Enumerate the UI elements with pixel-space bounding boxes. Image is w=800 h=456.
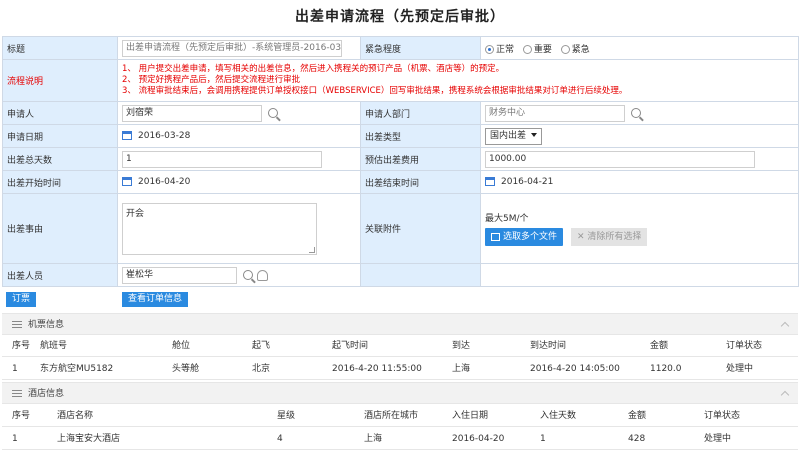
flight-table-header: 序号 航班号 舱位 起飞 起飞时间 到达 到达时间 金额 订单状态 [2, 335, 798, 357]
folder-icon [491, 232, 500, 241]
select-files-button[interactable]: 选取多个文件 [485, 228, 564, 246]
calendar-icon[interactable] [485, 177, 495, 186]
reason-label: 出差事由 [2, 193, 118, 264]
applicant-label: 申请人 [2, 101, 118, 125]
radio-icon [485, 44, 494, 54]
trip-type-select[interactable]: 国内出差 [485, 127, 543, 145]
search-icon[interactable] [631, 108, 641, 118]
start-label: 出差开始时间 [2, 170, 118, 194]
radio-icon [522, 44, 532, 54]
days-label: 出差总天数 [2, 147, 118, 171]
application-form: 标题 出差申请流程（先预定后审批）-系统管理员-2016-03- 紧急程度 正常… [2, 36, 799, 287]
calendar-icon[interactable] [122, 177, 132, 186]
table-row[interactable]: 1 上海宝安大酒店 4 上海 2016-04-20 1 428 处理中 [2, 428, 798, 450]
user-picker-icon[interactable] [257, 269, 268, 281]
urgency-option-urgent[interactable]: 紧急 [560, 44, 590, 55]
close-icon: ✕ [577, 232, 588, 242]
search-icon[interactable] [268, 108, 278, 118]
cost-field[interactable]: 1000.00 [485, 150, 755, 168]
empty-cell [480, 263, 799, 287]
book-ticket-button[interactable]: 订票 [6, 292, 37, 307]
end-label: 出差结束时间 [360, 170, 481, 194]
clear-files-button[interactable]: ✕ 清除所有选择 [571, 228, 648, 246]
flight-section-header[interactable]: 机票信息 [2, 313, 798, 335]
traveler-field[interactable]: 崔松华 [122, 266, 237, 284]
cost-label: 预估出差费用 [360, 147, 481, 171]
end-date-field[interactable]: 2016-04-21 [501, 177, 553, 187]
menu-icon [12, 321, 22, 328]
hotel-section-header[interactable]: 酒店信息 [2, 382, 798, 404]
calendar-icon[interactable] [122, 131, 132, 140]
dept-field[interactable]: 财务中心 [485, 104, 625, 122]
urgency-option-important[interactable]: 重要 [522, 44, 552, 55]
menu-icon [12, 390, 22, 397]
flow-description: 1、 用户提交出差申请，填写相关的出差信息，然后进入携程关的预订产品（机票、酒店… [117, 59, 799, 102]
attach-limit: 最大5M/个 [485, 214, 529, 224]
urgency-label: 紧急程度 [360, 36, 481, 60]
resize-handle-icon[interactable] [309, 246, 315, 253]
chevron-down-icon [531, 133, 538, 137]
start-date-field[interactable]: 2016-04-20 [138, 177, 190, 187]
title-label: 标题 [2, 36, 118, 60]
apply-date-field[interactable]: 2016-03-28 [138, 131, 190, 141]
trip-type-label: 出差类型 [360, 124, 481, 148]
urgency-radio-group: 正常 重要 紧急 [480, 36, 799, 60]
page-title: 出差申请流程（先预定后审批） [295, 9, 505, 25]
title-field[interactable]: 出差申请流程（先预定后审批）-系统管理员-2016-03- [122, 39, 342, 57]
apply-date-label: 申请日期 [2, 124, 118, 148]
flow-label: 流程说明 [2, 59, 118, 102]
radio-icon [560, 44, 570, 54]
urgency-option-normal[interactable]: 正常 [485, 44, 514, 55]
days-field[interactable]: 1 [122, 150, 322, 168]
table-row[interactable]: 1 东方航空MU5182 头等舱 北京 2016-4-20 11:55:00 上… [2, 358, 798, 380]
hotel-table-header: 序号 酒店名称 星级 酒店所在城市 入住日期 入住天数 金额 订单状态 [2, 405, 798, 427]
search-icon[interactable] [243, 270, 253, 280]
empty-label [360, 263, 481, 287]
attach-label: 关联附件 [360, 193, 481, 264]
dept-label: 申请人部门 [360, 101, 481, 125]
chevron-up-icon[interactable] [780, 390, 790, 400]
reason-textarea[interactable]: 开会 [122, 202, 317, 255]
view-order-button[interactable]: 查看订单信息 [122, 292, 189, 307]
traveler-label: 出差人员 [2, 263, 118, 287]
applicant-field[interactable]: 刘宿荣 [122, 104, 262, 122]
chevron-up-icon[interactable] [780, 321, 790, 331]
